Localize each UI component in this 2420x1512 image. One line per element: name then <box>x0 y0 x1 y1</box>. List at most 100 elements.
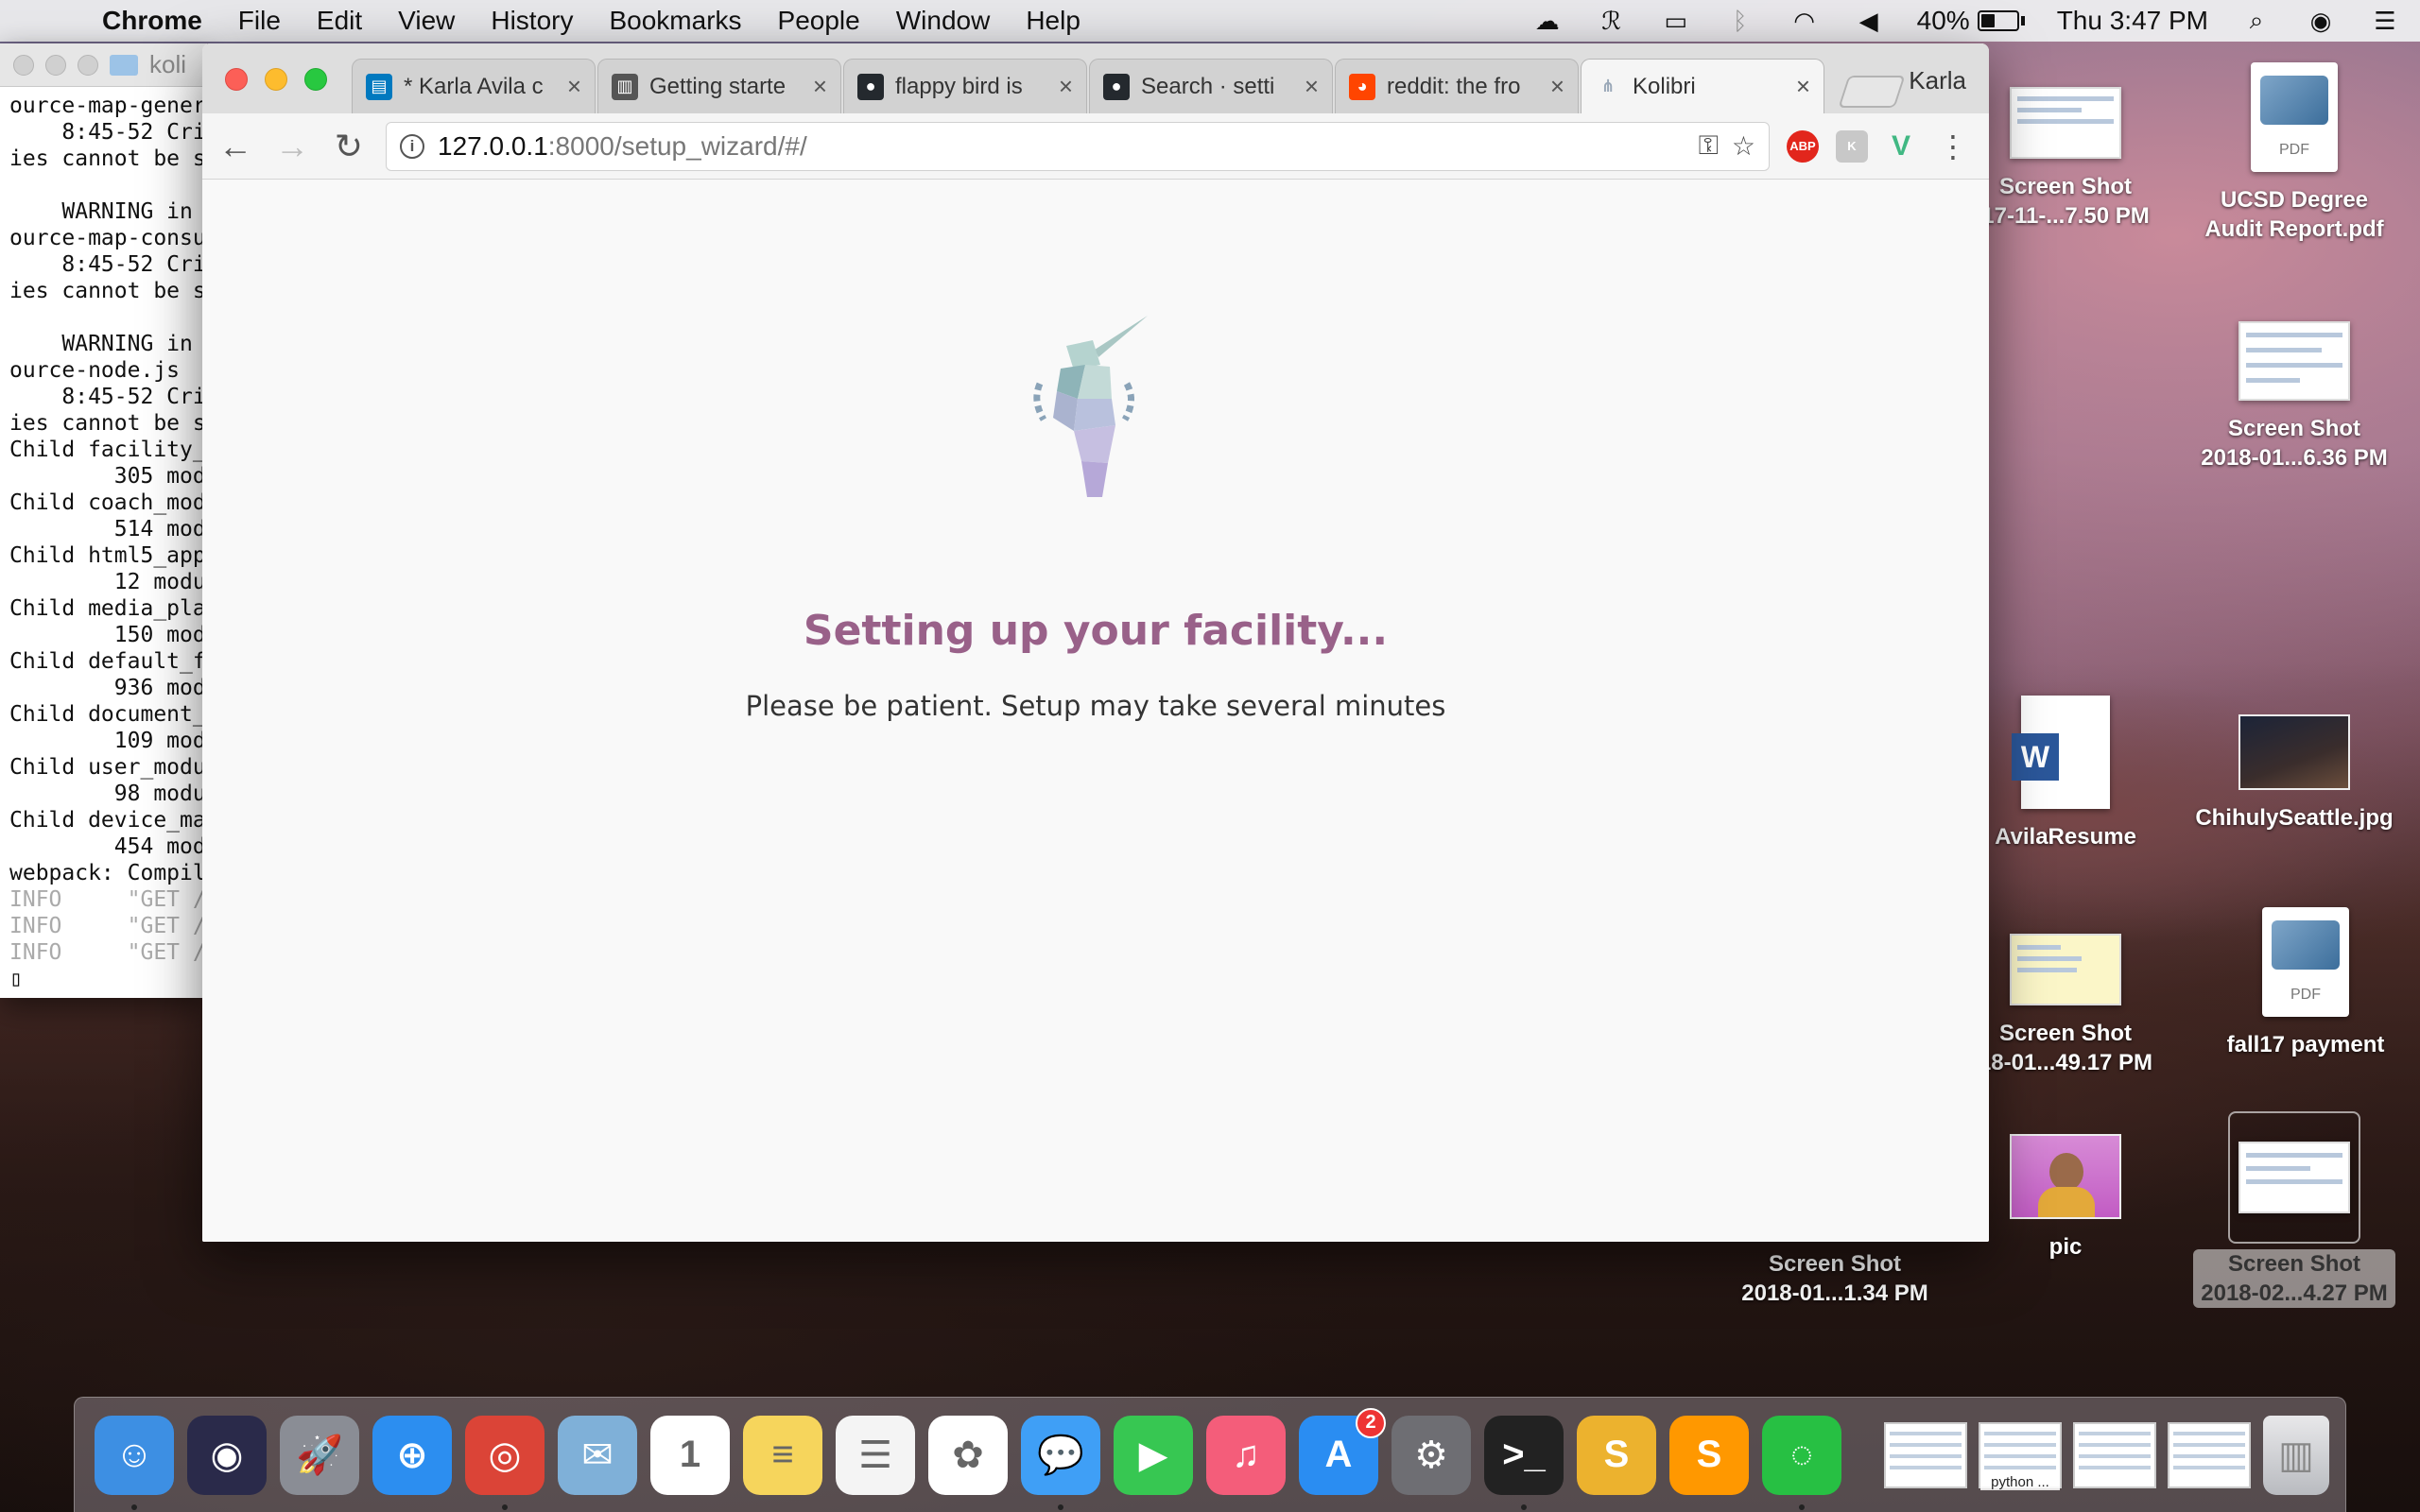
airplay-icon[interactable]: ▭ <box>1660 7 1692 35</box>
terminal-window[interactable]: koli ource-map-gener 8:45-52 Cri ies cann… <box>0 43 208 998</box>
desktop-icon-pic[interactable]: pic <box>1957 1134 2174 1262</box>
trash-icon[interactable]: ▥ <box>2263 1415 2329 1495</box>
tab-close-icon[interactable]: × <box>1305 72 1319 101</box>
menu-help[interactable]: Help <box>1026 6 1080 36</box>
menu-app-name[interactable]: Chrome <box>102 6 202 36</box>
desktop-icon-screenshot-4[interactable]: Screen Shot 2018-01...1.34 PM <box>1726 1249 1944 1308</box>
battery-percent: 40% <box>1916 6 1970 35</box>
vue-devtools-icon[interactable]: V <box>1885 130 1917 163</box>
terminal-icon[interactable]: >_ <box>1484 1415 1564 1510</box>
browser-toolbar: ← → ↻ i 127.0.0.1:8000/setup_wizard/#/ ⚿… <box>202 113 1989 180</box>
sublime-text-icon[interactable]: S <box>1669 1415 1749 1495</box>
minimize-window-button[interactable] <box>265 68 287 91</box>
browser-tab[interactable]: ● flappy bird is × <box>843 59 1087 113</box>
terminal-close-button[interactable] <box>13 54 34 76</box>
desktop-icon-screenshot-5[interactable]: Screen Shot 2018-02...4.27 PM <box>2186 1111 2403 1308</box>
terminal-line: INFO "GET / <box>9 914 206 938</box>
url-text[interactable]: 127.0.0.1:8000/setup_wizard/#/ <box>438 131 807 162</box>
menu-window[interactable]: Window <box>896 6 991 36</box>
address-bar[interactable]: i 127.0.0.1:8000/setup_wizard/#/ ⚿ ☆ <box>386 121 1770 171</box>
browser-tab[interactable]: ◕ reddit: the fro × <box>1335 59 1579 113</box>
profile-button[interactable]: Karla <box>1909 66 1966 95</box>
bluetooth-icon[interactable]: ᛒ <box>1724 7 1756 35</box>
safari-icon[interactable]: ⊕ <box>372 1415 452 1495</box>
minimized-window-4[interactable] <box>2168 1421 2251 1488</box>
calendar-icon[interactable]: 1 <box>650 1415 730 1495</box>
menu-file[interactable]: File <box>238 6 281 36</box>
battery-nub <box>2020 16 2025 26</box>
app-store-icon[interactable]: A2 <box>1299 1407 1386 1495</box>
kolibri-ext-icon[interactable]: K <box>1836 129 1868 163</box>
terminal-output[interactable]: ource-map-gener 8:45-52 Cri ies cannot be… <box>0 87 207 994</box>
menu-edit[interactable]: Edit <box>317 6 362 36</box>
battery-status[interactable]: 40% <box>1917 6 2025 36</box>
tab-title: Kolibri <box>1633 73 1696 99</box>
tab-close-icon[interactable]: × <box>567 72 581 101</box>
new-tab-button[interactable] <box>1838 76 1906 108</box>
tab-close-icon[interactable]: × <box>1550 72 1564 101</box>
chrome-menu-icon[interactable]: ⋮ <box>1938 129 1968 164</box>
site-info-icon[interactable]: i <box>400 133 424 159</box>
notes-icon[interactable]: ≡ <box>743 1415 822 1495</box>
chrome-window: ▤ * Karla Avila c × ▥ Getting starte × ● flappy… <box>202 43 1989 1242</box>
bookmark-star-icon[interactable]: ☆ <box>1732 130 1755 162</box>
launchpad-icon[interactable]: 🚀 <box>280 1415 359 1495</box>
app-icon[interactable]: ℛ <box>1596 7 1628 35</box>
desktop-icon-chihuly-jpg[interactable]: ChihulySeattle.jpg <box>2186 714 2403 833</box>
tab-close-icon[interactable]: × <box>1796 72 1810 101</box>
browser-tab[interactable]: ⋔ Kolibri × <box>1581 59 1824 113</box>
desktop-icon-screenshot-3[interactable]: Screen Shot 18-01...49.17 PM <box>1957 934 2174 1077</box>
progress-ring-icon[interactable]: ◌ <box>1762 1415 1841 1510</box>
facetime-icon[interactable]: ▶ <box>1114 1415 1193 1495</box>
terminal-titlebar[interactable]: koli <box>0 43 207 87</box>
terminal-zoom-button[interactable] <box>78 54 98 76</box>
chrome-icon[interactable]: ◎ <box>465 1415 544 1510</box>
creative-cloud-icon[interactable]: ☁ <box>1531 7 1564 35</box>
clock[interactable]: Thu 3:47 PM <box>2057 6 2208 36</box>
terminal-minimize-button[interactable] <box>45 54 66 76</box>
zoom-window-button[interactable] <box>304 68 327 91</box>
photos-icon[interactable]: ✿ <box>928 1415 1008 1495</box>
desktop-icon-label: Screen Shot 17-11-...7.50 PM <box>1981 174 2150 229</box>
siri-icon[interactable]: ◉ <box>187 1415 267 1495</box>
minimized-window-3[interactable] <box>2073 1421 2156 1488</box>
browser-tab[interactable]: ▥ Getting starte × <box>597 59 841 113</box>
reminders-icon[interactable]: ☰ <box>836 1415 915 1495</box>
forward-arrow-icon[interactable]: → <box>272 127 312 166</box>
browser-tab[interactable]: ● Search · setti × <box>1089 59 1333 113</box>
menu-history[interactable]: History <box>491 6 573 36</box>
mail-icon[interactable]: ✉ <box>558 1415 637 1495</box>
menu-people[interactable]: People <box>778 6 860 36</box>
tab-close-icon[interactable]: × <box>1059 72 1073 101</box>
wifi-icon[interactable]: ◠ <box>1789 7 1821 35</box>
close-window-button[interactable] <box>225 68 248 91</box>
tab-close-icon[interactable]: × <box>813 72 827 101</box>
itunes-icon[interactable]: ♫ <box>1206 1415 1286 1495</box>
spotlight-icon[interactable]: ⌕ <box>2240 6 2273 34</box>
siri-icon[interactable]: ◉ <box>2305 7 2337 35</box>
desktop-icon-screenshot-2[interactable]: Screen Shot 2018-01...6.36 PM <box>2186 321 2403 472</box>
system-preferences-icon[interactable]: ⚙ <box>1392 1415 1471 1495</box>
minimized-window-1[interactable] <box>1884 1421 1967 1488</box>
volume-icon[interactable]: ◀ <box>1853 7 1885 35</box>
desktop-icon-ucsd-pdf[interactable]: PDF UCSD Degree Audit Report.pdf <box>2186 62 2403 244</box>
slack-icon[interactable]: S <box>1577 1415 1656 1495</box>
tab-strip[interactable]: ▤ * Karla Avila c × ▥ Getting starte × ● flappy… <box>202 43 1989 113</box>
adblock-plus-icon[interactable]: ABP <box>1787 129 1819 163</box>
key-icon[interactable]: ⚿ <box>1699 130 1719 162</box>
terminal-line: 8:45-52 Cri <box>9 252 206 277</box>
desktop-icon-avilaresume[interactable]: W AvilaResume <box>1957 696 2174 851</box>
browser-tab[interactable]: ▤ * Karla Avila c × <box>352 59 596 113</box>
minimized-window-2[interactable]: python ... <box>1979 1421 2062 1490</box>
desktop-icon-screenshot-1[interactable]: Screen Shot 17-11-...7.50 PM <box>1957 87 2174 231</box>
desktop-icon-fall17-payment[interactable]: PDF fall17 payment <box>2197 907 2414 1059</box>
desktop-icon-label: fall17 payment <box>2226 1032 2385 1057</box>
notification-center-icon[interactable]: ☰ <box>2369 7 2401 35</box>
back-arrow-icon[interactable]: ← <box>216 127 255 166</box>
menu-bookmarks[interactable]: Bookmarks <box>609 6 741 36</box>
messages-icon[interactable]: 💬 <box>1021 1415 1100 1510</box>
menu-view[interactable]: View <box>398 6 455 36</box>
reload-icon[interactable]: ↻ <box>329 127 369 166</box>
terminal-line: 150 modu <box>9 623 207 647</box>
finder-icon[interactable]: ☺ <box>95 1415 174 1510</box>
